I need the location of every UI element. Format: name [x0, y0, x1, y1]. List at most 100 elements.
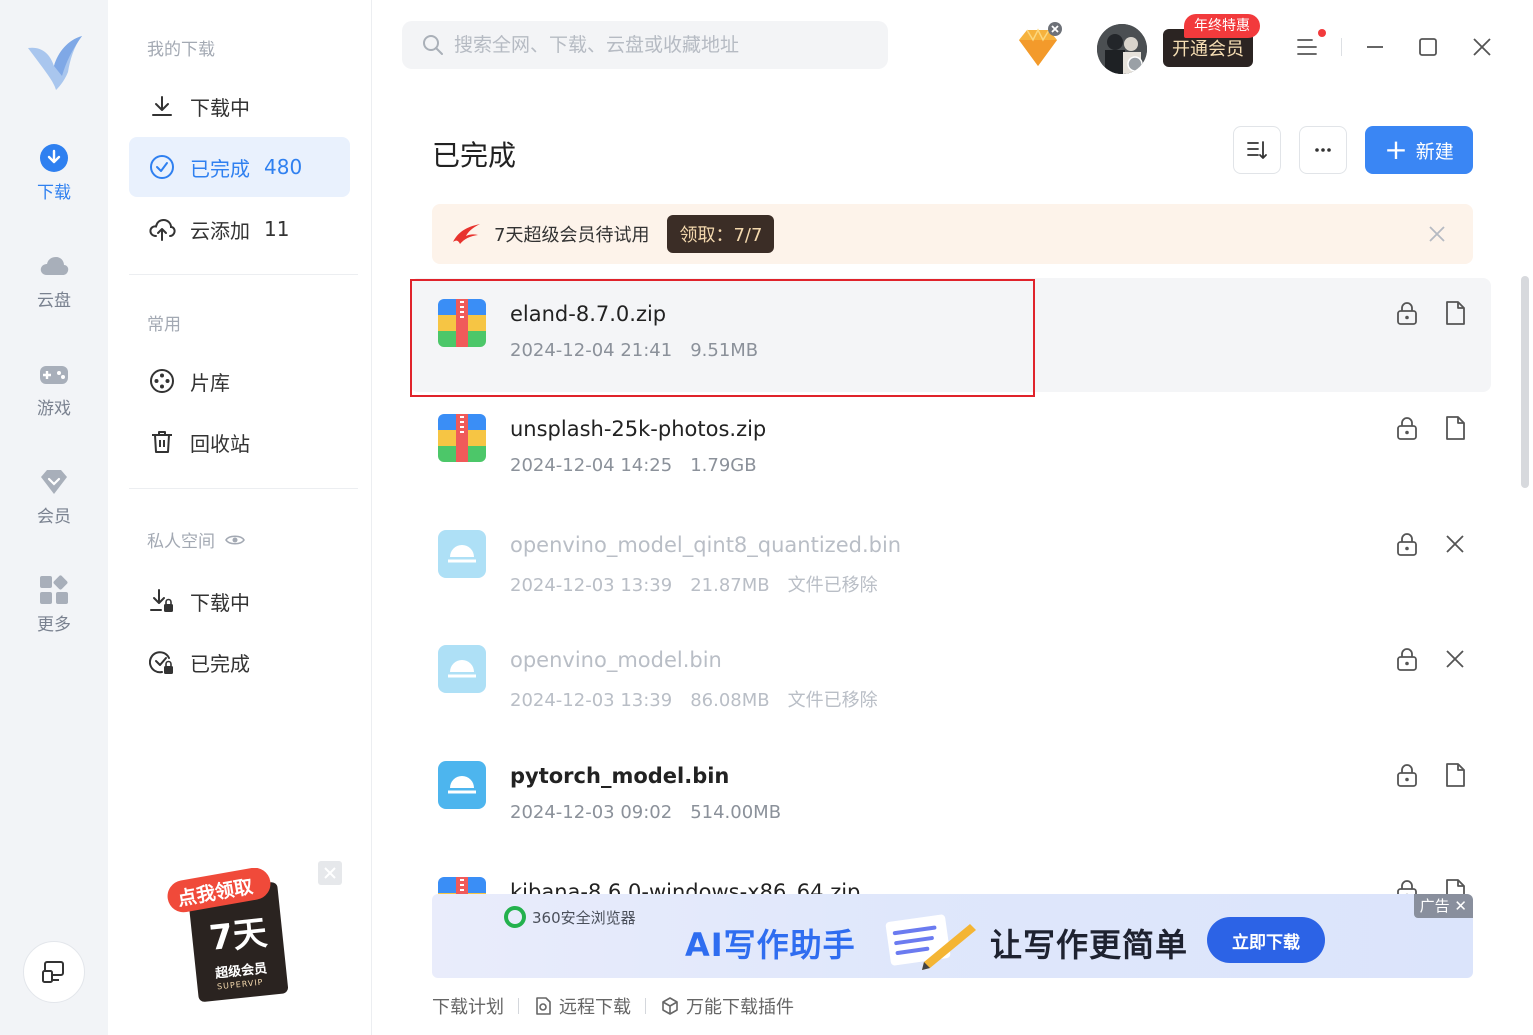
- sidebar-item-library[interactable]: 片库: [129, 351, 350, 411]
- sidebar-item-completed[interactable]: 已完成 480: [129, 137, 350, 197]
- supervip-promo-sticker[interactable]: 点我领取 7天 超级会员 SUPERVIP: [165, 867, 290, 1003]
- cloud-icon: [40, 257, 69, 275]
- avatar-image: [1097, 24, 1147, 74]
- ad-headline-2: 让写作更简单: [990, 926, 1189, 964]
- lock-icon[interactable]: [1394, 531, 1420, 557]
- download-plan-link[interactable]: 下载计划: [432, 993, 504, 1019]
- file-size: 1.79GB: [690, 455, 757, 476]
- remote-download-icon: [536, 997, 551, 1015]
- new-task-button[interactable]: + 新建: [1365, 126, 1473, 174]
- eye-icon[interactable]: [225, 533, 245, 547]
- hamburger-menu-icon: [1297, 39, 1317, 55]
- close-window-button[interactable]: [1467, 32, 1497, 62]
- file-meta: 2024-12-03 09:02 514.00MB: [510, 802, 799, 823]
- claim-trial-button[interactable]: 领取：7/7: [667, 215, 775, 253]
- apps-icon: [40, 575, 68, 604]
- sidebar-item-private-downloading[interactable]: 下载中: [129, 571, 350, 631]
- ad-banner[interactable]: 360安全浏览器 AI写作助手 让写作更简单 立即下载 广告 ✕: [432, 894, 1473, 978]
- ad-tag-label: 广告: [1419, 897, 1450, 915]
- bird-logo-icon[interactable]: [24, 30, 86, 92]
- sidebar-item-recycle-bin[interactable]: 回收站: [129, 412, 350, 472]
- rail-item-games[interactable]: 游戏: [0, 358, 108, 419]
- section-title-private: 私人空间: [147, 527, 245, 552]
- rail-item-label: 游戏: [37, 399, 71, 419]
- sidebar-item-label: 云添加: [190, 218, 250, 243]
- ad-brand: 360安全浏览器: [504, 906, 636, 928]
- toolbar-separator: [1341, 38, 1342, 56]
- rail-item-more[interactable]: 更多: [0, 574, 108, 635]
- promo-line2: 7天: [207, 913, 269, 959]
- sidebar-item-cloud-add[interactable]: 云添加 11: [129, 199, 350, 259]
- bin-file-icon: [438, 645, 486, 693]
- file-row[interactable]: kibana-8.6.0-windows-x86_64.zip: [410, 856, 1491, 894]
- sort-button[interactable]: [1233, 126, 1281, 174]
- maximize-button[interactable]: [1413, 32, 1443, 62]
- sidebar-item-downloading[interactable]: 下载中: [129, 76, 350, 136]
- search-bar[interactable]: [402, 21, 888, 69]
- left-rail: 下载 云盘 游戏 会员 更多: [0, 0, 108, 1035]
- sort-icon: [1247, 141, 1267, 159]
- download-plugin-link[interactable]: 万能下载插件: [660, 993, 794, 1019]
- ad-tag[interactable]: 广告 ✕: [1413, 894, 1473, 918]
- file-date: 2024-12-04 21:41: [510, 340, 673, 361]
- open-file-icon[interactable]: [1442, 300, 1468, 326]
- lock-icon[interactable]: [1394, 878, 1420, 894]
- rail-item-label: 更多: [37, 615, 71, 635]
- file-meta: 2024-12-04 21:41 9.51MB: [510, 340, 776, 361]
- file-row[interactable]: openvino_model_qint8_quantized.bin 2024-…: [410, 509, 1491, 623]
- file-row[interactable]: eland-8.7.0.zip 2024-12-04 21:41 9.51MB: [410, 278, 1491, 392]
- remove-record-icon[interactable]: [1442, 531, 1468, 557]
- search-input[interactable]: [454, 34, 874, 56]
- user-avatar[interactable]: [1097, 24, 1147, 74]
- close-icon[interactable]: ✕: [1454, 897, 1467, 915]
- list-scrollbar[interactable]: [1521, 276, 1529, 488]
- main-menu-button[interactable]: [1292, 32, 1322, 62]
- file-status: 文件已移除: [787, 575, 878, 596]
- file-date: 2024-12-04 14:25: [510, 455, 673, 476]
- rail-item-vip[interactable]: 会员: [0, 466, 108, 527]
- promo-close-button[interactable]: [318, 861, 342, 885]
- search-icon: [423, 35, 443, 55]
- bin-file-icon: [438, 761, 486, 809]
- file-meta: 2024-12-03 13:39 86.08MB 文件已移除: [510, 686, 896, 712]
- trial-text: 7天超级会员待试用: [494, 225, 650, 246]
- device-switch-button[interactable]: [23, 941, 85, 1003]
- lock-icon[interactable]: [1394, 415, 1420, 441]
- minimize-button[interactable]: [1360, 32, 1390, 62]
- open-file-icon[interactable]: [1442, 415, 1468, 441]
- diamond-icon: [41, 470, 67, 494]
- download-arrow-icon: [152, 96, 172, 116]
- cloud-add-count: 11: [264, 217, 290, 241]
- rail-item-download[interactable]: 下载: [0, 142, 108, 203]
- private-space-label: 私人空间: [147, 532, 215, 552]
- download-circle-icon: [40, 144, 68, 172]
- file-meta: 2024-12-04 14:25 1.79GB: [510, 455, 775, 476]
- file-row[interactable]: openvino_model.bin 2024-12-03 13:39 86.08…: [410, 624, 1491, 738]
- completed-count: 480: [264, 155, 303, 179]
- open-file-icon[interactable]: [1442, 762, 1468, 788]
- open-file-icon[interactable]: [1442, 878, 1468, 894]
- file-name: openvino_model.bin: [510, 648, 722, 672]
- file-status: 文件已移除: [787, 690, 878, 711]
- rail-item-cloud[interactable]: 云盘: [0, 250, 108, 311]
- sidebar-item-private-completed[interactable]: 已完成: [129, 632, 350, 692]
- gem-reward-icon[interactable]: [1015, 22, 1065, 72]
- lock-icon[interactable]: [1394, 646, 1420, 672]
- lock-icon[interactable]: [1394, 762, 1420, 788]
- locked-download-icon: [150, 589, 173, 612]
- lock-icon[interactable]: [1394, 300, 1420, 326]
- close-icon: [324, 867, 336, 879]
- sidebar-item-label: 下载中: [190, 95, 250, 120]
- close-banner-icon[interactable]: [1425, 222, 1449, 246]
- file-row[interactable]: pytorch_model.bin 2024-12-03 09:02 514.00…: [410, 740, 1491, 854]
- file-row[interactable]: unsplash-25k-photos.zip 2024-12-04 14:25…: [410, 393, 1491, 507]
- more-options-button[interactable]: [1299, 126, 1347, 174]
- remote-download-link[interactable]: 远程下载: [533, 993, 631, 1019]
- footer-label: 远程下载: [559, 997, 631, 1018]
- file-name: openvino_model_qint8_quantized.bin: [510, 533, 902, 557]
- ad-download-button[interactable]: 立即下载: [1207, 917, 1325, 963]
- remove-record-icon[interactable]: [1442, 646, 1468, 672]
- more-dots-icon: [1315, 148, 1331, 152]
- file-meta: 2024-12-03 13:39 21.87MB 文件已移除: [510, 571, 896, 597]
- maximize-icon: [1419, 38, 1437, 56]
